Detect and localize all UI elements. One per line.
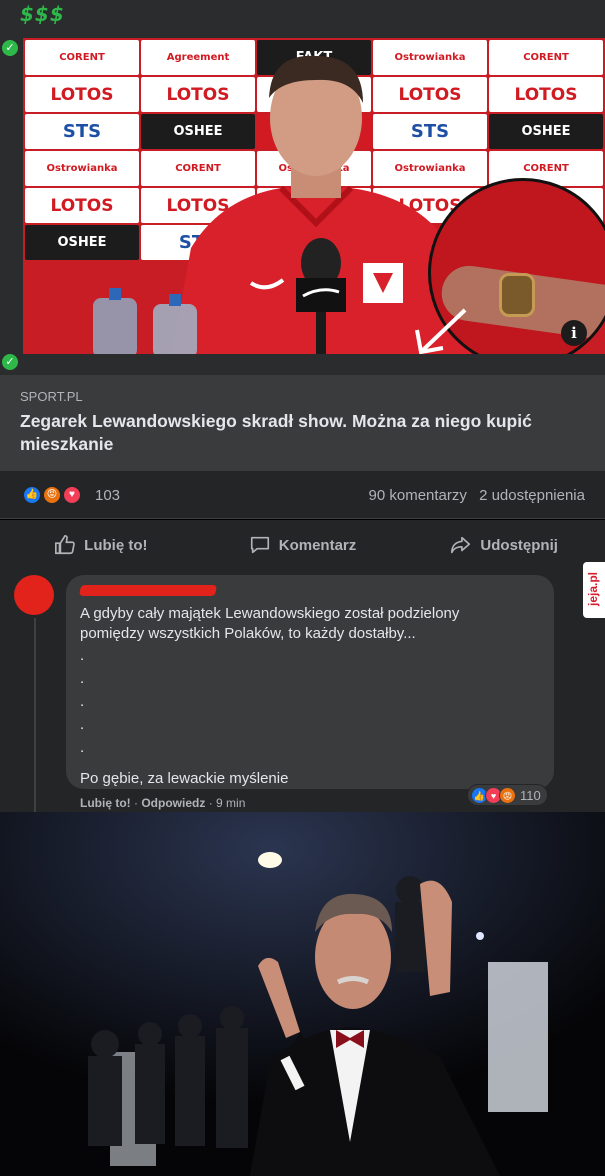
post-image-area: ✓ CORENT Agreement FAKT Ostrowianka CORE… — [0, 30, 605, 375]
comment-reactions[interactable]: 👍 ♥ 😡 110 — [467, 784, 548, 806]
bottom-photo — [0, 812, 605, 1176]
link-headline[interactable]: Zegarek Lewandowskiego skradł show. Możn… — [20, 410, 585, 456]
comment-dot: . — [80, 670, 85, 687]
shares-count[interactable]: 2 udostępnienia — [479, 487, 585, 504]
post-image[interactable]: CORENT Agreement FAKT Ostrowianka CORENT… — [23, 38, 605, 354]
check-icon: ✓ — [2, 40, 18, 56]
link-source: SPORT.PL — [20, 389, 83, 404]
link-preview-card[interactable]: SPORT.PL Zegarek Lewandowskiego skradł s… — [0, 375, 605, 471]
sponsor-logo: OSHEE — [489, 114, 603, 149]
post-actions: Lubię to! Komentarz Udostępnij — [0, 520, 605, 570]
thumb-up-icon — [55, 535, 76, 555]
comment-reply-link[interactable]: Odpowiedz — [141, 796, 205, 810]
sponsor-logo: STS — [25, 114, 139, 149]
sponsor-logo: OSHEE — [25, 225, 139, 260]
like-icon: 👍 — [22, 485, 42, 505]
sponsor-logo: Ostrowianka — [25, 151, 139, 186]
reactions-count[interactable]: 103 — [95, 487, 120, 504]
comments-count[interactable]: 90 komentarzy — [369, 487, 467, 504]
angry-icon: 😡 — [42, 485, 62, 505]
comment-dot: . — [80, 693, 85, 710]
comment-text: A gdyby cały majątek Lewandowskiego zost… — [80, 604, 540, 789]
sponsor-logo: LOTOS — [25, 77, 139, 112]
comment-line: A gdyby cały majątek Lewandowskiego zost… — [80, 605, 460, 622]
sponsor-logo: LOTOS — [25, 188, 139, 223]
share-button[interactable]: Udostępnij — [403, 520, 605, 570]
avatar[interactable] — [14, 575, 54, 615]
like-label: Lubię to! — [84, 536, 148, 554]
comment-time[interactable]: 9 min — [216, 796, 245, 810]
sponsor-logo: CORENT — [25, 40, 139, 75]
comment-like-link[interactable]: Lubię to! — [80, 796, 131, 810]
reactions-bar: 👍 😡 ♥ 103 90 komentarzy 2 udostępnienia — [0, 471, 605, 519]
comment-bubble: A gdyby cały majątek Lewandowskiego zost… — [66, 575, 554, 789]
comment-dot: . — [80, 739, 85, 756]
like-button[interactable]: Lubię to! — [0, 520, 202, 570]
watermark-text: jeja.pl — [586, 571, 600, 606]
angry-icon: 😡 — [499, 786, 516, 804]
arrow-icon — [415, 308, 467, 354]
applauding-man-photo — [0, 812, 605, 1176]
share-icon — [451, 536, 471, 554]
watermark: jeja.pl — [583, 562, 605, 618]
dollar-logo: $$$ — [20, 2, 65, 26]
water-bottles — [93, 288, 197, 354]
sponsor-logo: LOTOS — [489, 77, 603, 112]
top-bar: $$$ — [0, 0, 605, 30]
check-icon: ✓ — [2, 354, 18, 370]
comment-line: pomiędzy wszystkich Polaków, to każdy do… — [80, 625, 416, 642]
share-label: Udostępnij — [480, 536, 558, 554]
comment-dot: . — [80, 647, 85, 664]
comment-button[interactable]: Komentarz — [202, 520, 404, 570]
comment-label: Komentarz — [278, 536, 357, 554]
sponsor-logo: CORENT — [489, 40, 603, 75]
comment-meta: Lubię to! · Odpowiedz · 9 min — [80, 796, 246, 810]
reaction-icons[interactable]: 👍 😡 ♥ — [22, 485, 88, 505]
love-icon: ♥ — [62, 485, 82, 505]
comment-reactions-count: 110 — [520, 787, 541, 803]
redacted-author-name — [79, 585, 217, 596]
thread-line — [34, 618, 36, 812]
comments-section: A gdyby cały majątek Lewandowskiego zost… — [0, 570, 605, 812]
comment-dot: . — [80, 716, 85, 733]
microphone — [296, 238, 346, 354]
comment-icon — [250, 536, 269, 554]
info-icon[interactable]: i — [561, 320, 587, 346]
watch-icon — [499, 273, 535, 317]
